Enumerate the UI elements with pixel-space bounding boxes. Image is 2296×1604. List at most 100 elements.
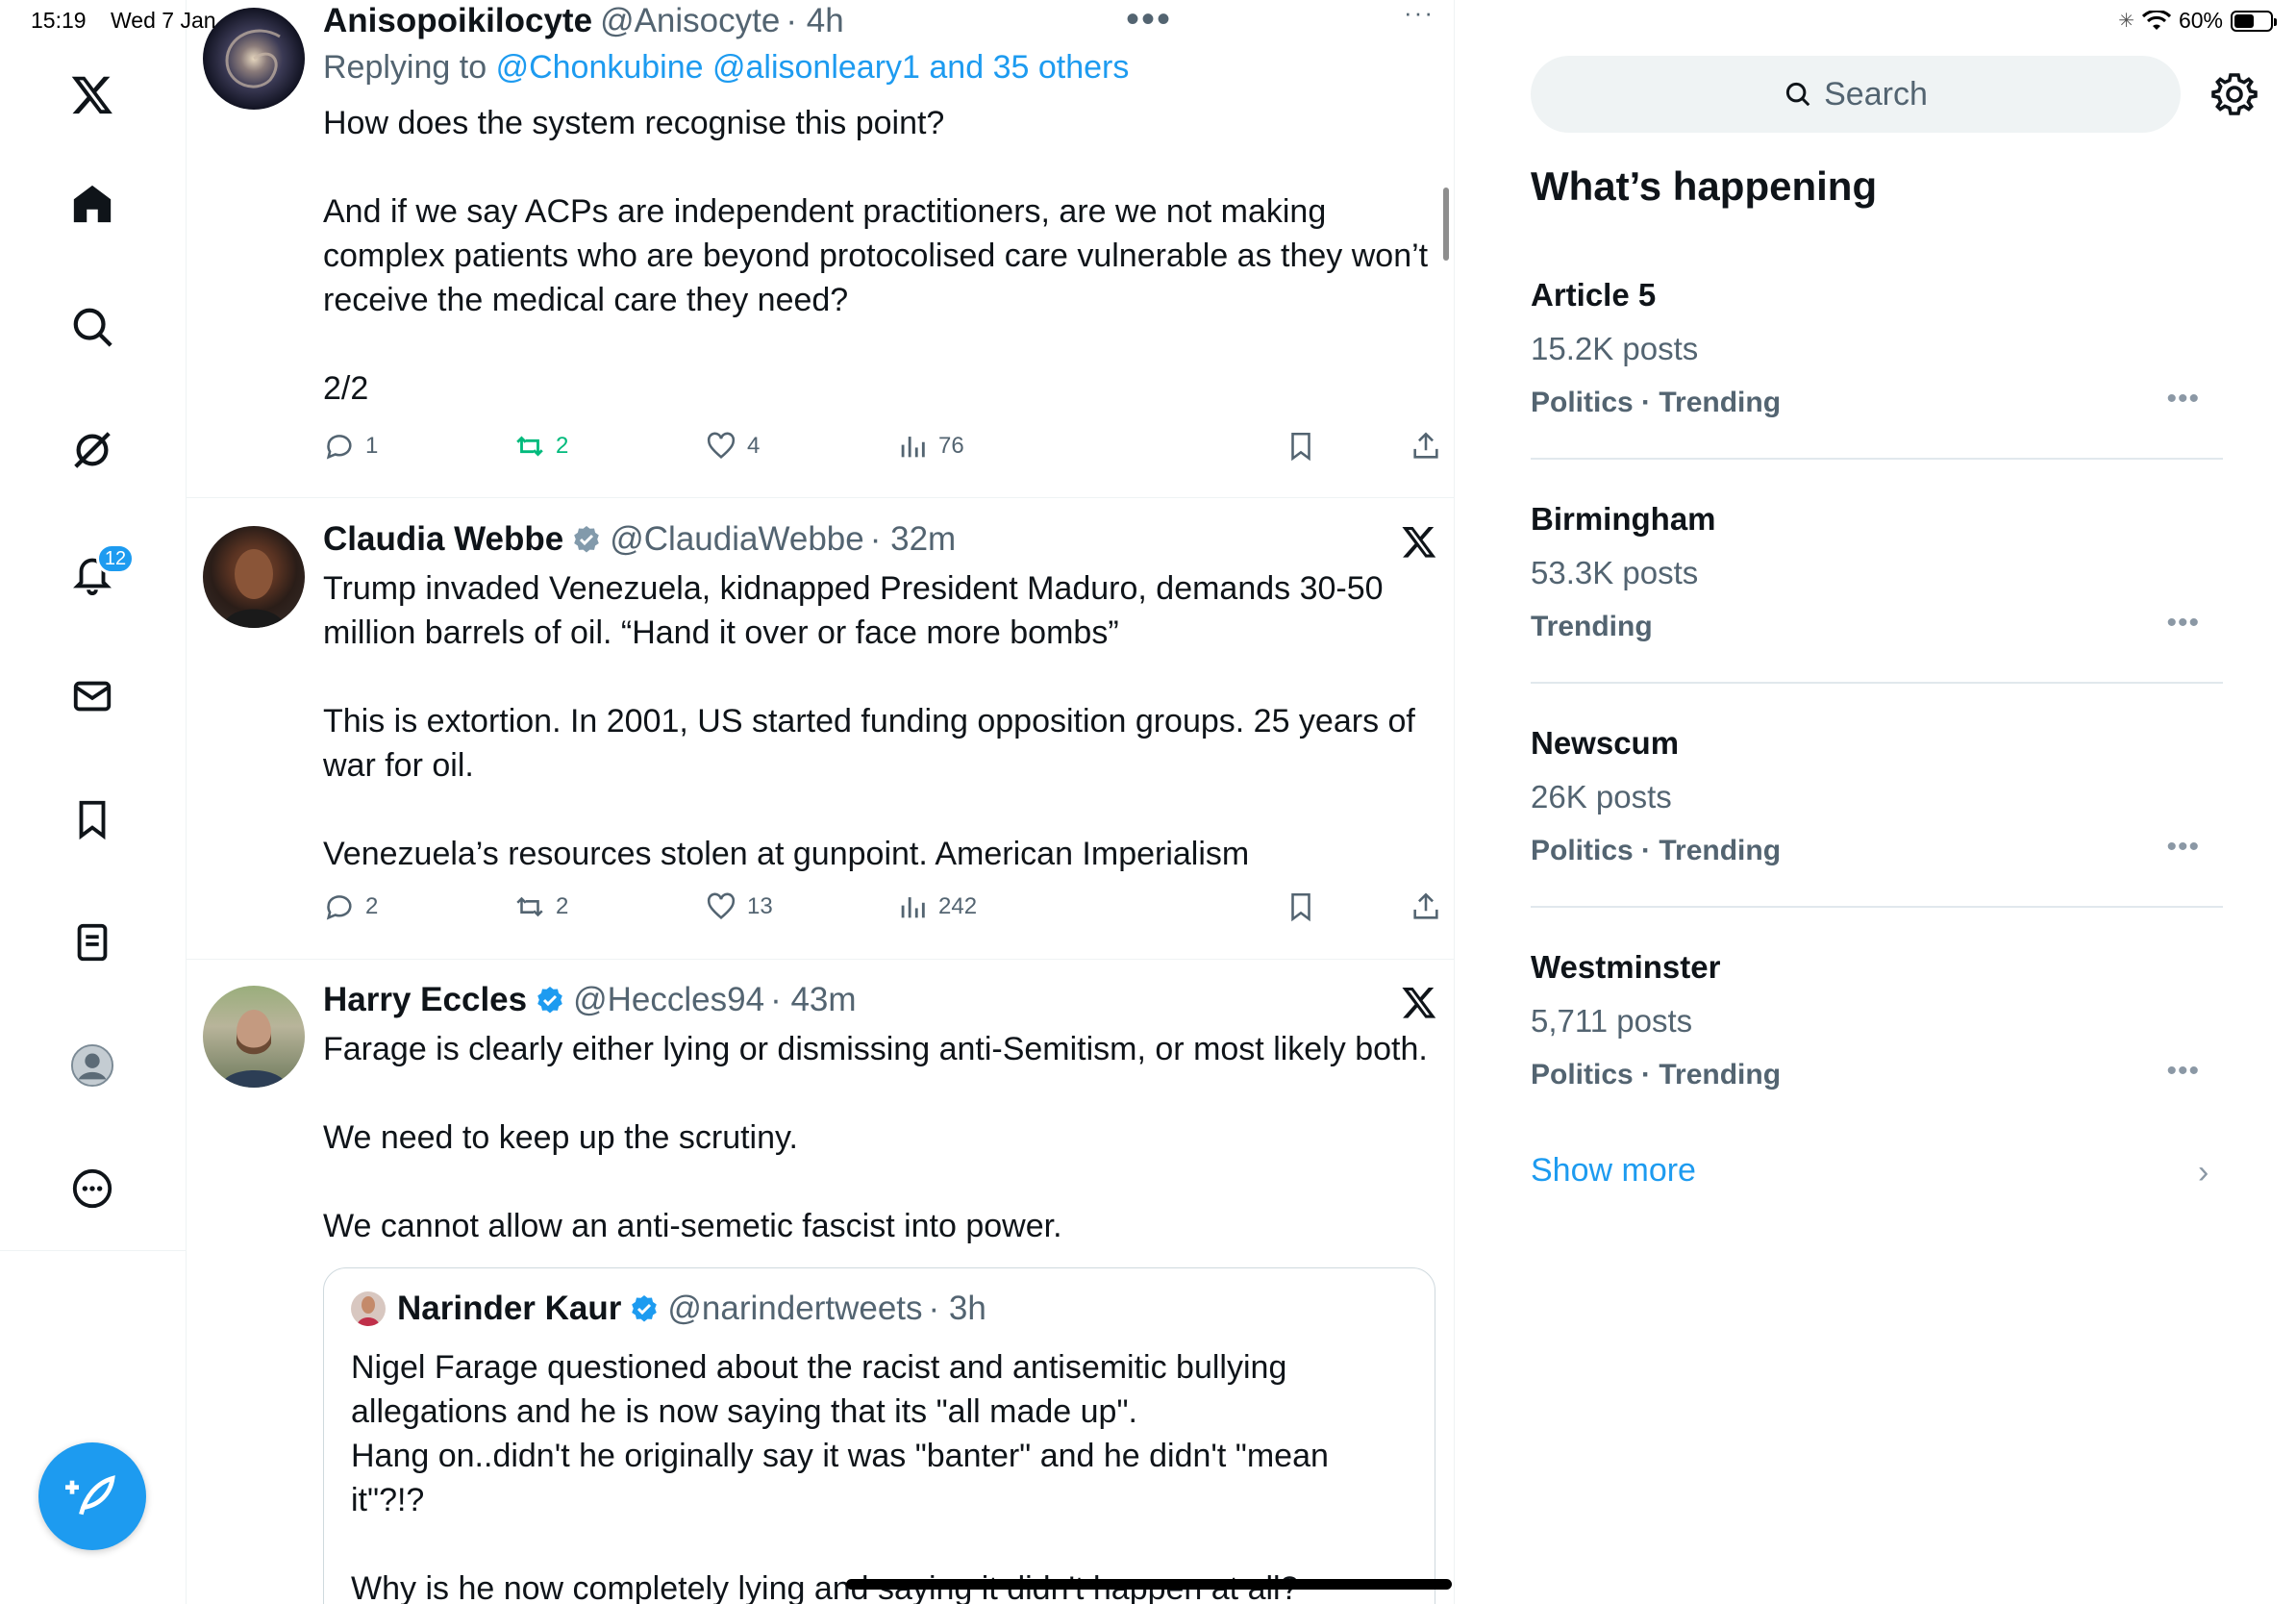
scrollbar[interactable] xyxy=(1443,188,1449,261)
heart-icon xyxy=(707,432,736,460)
reply-button[interactable]: 2 xyxy=(323,890,378,923)
divider xyxy=(1531,906,2223,908)
compose-post-button[interactable] xyxy=(38,1442,146,1550)
view-count: 76 xyxy=(938,433,964,459)
quoted-author-name[interactable]: Narinder Kaur xyxy=(397,1290,621,1328)
battery-fill xyxy=(2234,13,2255,28)
views-chart-icon xyxy=(901,437,925,458)
quoted-author-handle[interactable]: @narindertweets xyxy=(667,1290,922,1328)
like-button[interactable]: 13 xyxy=(705,890,773,923)
post-time: · 43m xyxy=(770,981,857,1018)
tweet-text: Farage is clearly either lying or dismis… xyxy=(323,1031,1428,1244)
tweet-actions: 1 2 4 76 xyxy=(323,430,1438,468)
tweet-anisocyte[interactable]: Anisopoikilocyte @Anisocyte · 4h ••• ···… xyxy=(187,0,1454,498)
chevron-right-icon[interactable]: › xyxy=(2198,1154,2209,1191)
status-indicators: ✳ 60% xyxy=(2118,8,2277,34)
post-time: · 32m xyxy=(869,520,957,558)
settings-gear-icon[interactable] xyxy=(2211,71,2258,117)
battery-icon xyxy=(2231,10,2277,32)
like-count: 13 xyxy=(747,893,773,919)
trend-name: Newscum xyxy=(1531,725,1680,761)
avatar[interactable] xyxy=(203,986,305,1088)
bookmark-button[interactable] xyxy=(1285,890,1317,923)
home-indicator[interactable] xyxy=(846,1579,1452,1590)
more-options-icon[interactable]: ··· xyxy=(1404,0,1435,28)
profile-avatar-icon[interactable] xyxy=(63,1037,121,1094)
trend-name: Article 5 xyxy=(1531,277,1657,313)
messages-envelope-icon[interactable] xyxy=(63,667,121,725)
trend-post-count: 26K posts xyxy=(1531,779,1672,815)
side-nav: 12 xyxy=(0,0,187,1250)
author-handle[interactable]: @Anisocyte xyxy=(600,2,780,40)
more-options-icon[interactable] xyxy=(63,1160,121,1217)
like-button[interactable]: 4 xyxy=(705,430,760,463)
trend-item[interactable]: Article 5 15.2K posts Politics · Trendin… xyxy=(1531,277,2223,500)
bookmarks-icon[interactable] xyxy=(63,790,121,848)
grok-icon[interactable] xyxy=(63,421,121,479)
tweet-harry-eccles[interactable]: Harry Eccles @Heccles94 · 43m Farage is … xyxy=(187,959,1454,1604)
more-options-icon[interactable]: ••• xyxy=(2166,607,2200,639)
trend-item[interactable]: Birmingham 53.3K posts Trending ••• xyxy=(1531,501,2223,724)
like-count: 4 xyxy=(747,433,761,459)
author-handle[interactable]: @ClaudiaWebbe xyxy=(610,520,863,559)
share-button[interactable] xyxy=(1410,430,1442,463)
trend-category: Politics · Trending xyxy=(1531,835,1782,866)
trend-category: Politics · Trending xyxy=(1531,1059,1782,1090)
trend-name: Westminster xyxy=(1531,949,1721,985)
more-options-icon[interactable]: ••• xyxy=(2166,383,2200,415)
views-button[interactable]: 242 xyxy=(896,890,977,923)
trend-post-count: 53.3K posts xyxy=(1531,555,1699,590)
heart-icon xyxy=(707,892,736,920)
x-logo-icon xyxy=(1402,987,1436,1018)
views-button[interactable]: 76 xyxy=(896,430,964,463)
x-logo-icon[interactable] xyxy=(63,65,121,123)
verified-blue-badge-icon xyxy=(632,1295,658,1322)
show-more-link[interactable]: Show more xyxy=(1531,1152,1696,1190)
quoted-tweet[interactable]: Narinder Kaur @narindertweets · 3h Nigel… xyxy=(323,1267,1435,1604)
bookmark-icon xyxy=(1291,432,1310,462)
trend-category: Politics · Trending xyxy=(1531,387,1782,418)
reply-count: 2 xyxy=(365,893,379,919)
tweet-header: Anisopoikilocyte @Anisocyte · 4h xyxy=(323,2,844,40)
menu-dots-icon[interactable]: ••• xyxy=(1126,0,1172,41)
trend-item[interactable]: Westminster 5,711 posts Politics · Trend… xyxy=(1531,949,2223,1172)
reply-icon xyxy=(326,895,352,920)
repost-button[interactable]: 2 xyxy=(513,430,568,463)
loading-icon: ✳ xyxy=(2118,11,2134,32)
reply-count: 1 xyxy=(365,433,379,459)
lists-icon[interactable] xyxy=(63,914,121,971)
trend-item[interactable]: Newscum 26K posts Politics · Trending ••… xyxy=(1531,725,2223,948)
avatar[interactable] xyxy=(203,8,305,110)
share-button[interactable] xyxy=(1410,890,1442,923)
home-icon[interactable] xyxy=(63,175,121,233)
tweet-text: How does the system recognise this point… xyxy=(323,105,1429,407)
tweet-actions: 2 2 13 242 xyxy=(323,890,1438,929)
author-handle[interactable]: @Heccles94 xyxy=(573,981,764,1019)
search-bar[interactable]: Search xyxy=(1531,56,2181,133)
more-options-icon[interactable]: ••• xyxy=(2166,831,2200,864)
reply-button[interactable]: 1 xyxy=(323,430,378,463)
repost-icon xyxy=(516,436,543,457)
verified-blue-badge-icon xyxy=(537,987,562,1014)
nav-divider xyxy=(0,1250,186,1251)
post-time: · 4h xyxy=(786,2,844,39)
repost-count: 2 xyxy=(556,433,569,459)
bookmark-icon xyxy=(1291,892,1310,922)
bookmark-button[interactable] xyxy=(1285,430,1317,463)
tweet-header: Claudia Webbe @ClaudiaWebbe · 32m xyxy=(323,520,956,559)
more-options-icon[interactable]: ••• xyxy=(2166,1055,2200,1088)
avatar[interactable] xyxy=(203,526,305,628)
author-name[interactable]: Anisopoikilocyte xyxy=(323,2,592,40)
repost-button[interactable]: 2 xyxy=(513,890,568,923)
share-icon xyxy=(1413,892,1438,919)
author-name[interactable]: Claudia Webbe xyxy=(323,520,563,559)
share-icon xyxy=(1413,432,1438,459)
tweet-claudia-webbe[interactable]: Claudia Webbe @ClaudiaWebbe · 32m Trump … xyxy=(187,497,1454,960)
quoted-tweet-header: Narinder Kaur @narindertweets · 3h xyxy=(351,1290,986,1328)
replying-to: Replying to @Chonkubine @alisonleary1 an… xyxy=(323,49,1129,87)
divider xyxy=(1531,682,2223,684)
search-icon[interactable] xyxy=(63,298,121,356)
replying-to-users-link[interactable]: @Chonkubine @alisonleary1 and 35 others xyxy=(496,49,1130,86)
author-name[interactable]: Harry Eccles xyxy=(323,981,527,1019)
tweet-text: Trump invaded Venezuela, kidnapped Presi… xyxy=(323,570,1415,872)
